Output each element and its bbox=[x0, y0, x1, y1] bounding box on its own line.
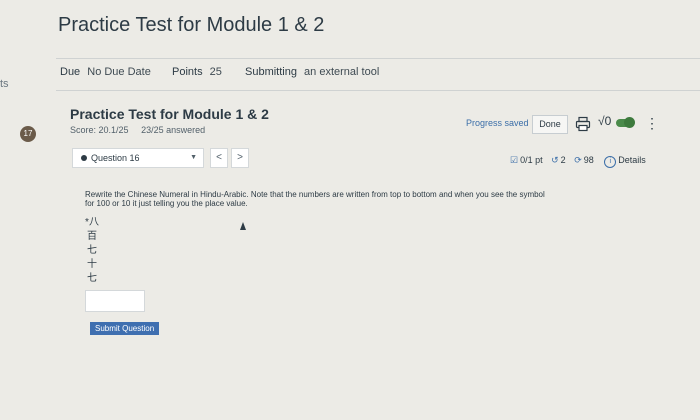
notification-badge[interactable]: 17 bbox=[20, 126, 36, 142]
next-question-button[interactable]: > bbox=[231, 148, 249, 168]
due-meta: Due No Due Date bbox=[60, 66, 151, 78]
details-link[interactable]: Details bbox=[618, 155, 646, 165]
page-title: Practice Test for Module 1 & 2 bbox=[58, 14, 325, 36]
question-meta: ☑ 0/1 pt ↺ 2 ⟳ 98 i Details bbox=[510, 155, 646, 168]
kebab-menu-icon[interactable]: ⋮ bbox=[645, 115, 659, 132]
chinese-numeral: *八 百 七 十 七 bbox=[82, 216, 102, 286]
numeral-line: 十 bbox=[87, 259, 97, 270]
chevron-down-icon: ▼ bbox=[190, 154, 197, 161]
quiz-title: Practice Test for Module 1 & 2 bbox=[70, 106, 269, 122]
submitting-label: Submitting bbox=[245, 66, 297, 78]
numeral-line: 七 bbox=[87, 245, 97, 256]
question-select[interactable]: Question 16 ▼ bbox=[72, 148, 204, 168]
points-meta: Points 25 bbox=[172, 66, 222, 78]
divider-top bbox=[56, 58, 700, 59]
score-line: Score: 20.1/25 23/25 answered bbox=[70, 125, 215, 135]
due-label: Due bbox=[60, 66, 81, 78]
current-question-dot-icon bbox=[81, 155, 87, 161]
info-icon[interactable]: i bbox=[604, 156, 617, 168]
question-text: Rewrite the Chinese Numeral in Hindu-Ara… bbox=[85, 190, 545, 208]
retries-count: 2 bbox=[560, 155, 566, 165]
due-value: No Due Date bbox=[87, 66, 151, 78]
mouse-cursor-icon bbox=[240, 222, 246, 230]
question-select-label: Question 16 bbox=[91, 153, 140, 163]
progress-status: Progress saved bbox=[466, 118, 529, 128]
retry-icon: ↺ bbox=[551, 155, 559, 165]
done-button[interactable]: Done bbox=[532, 115, 568, 134]
submitting-meta: Submitting an external tool bbox=[245, 66, 379, 78]
numeral-line: *八 bbox=[85, 217, 99, 228]
points-label: Points bbox=[172, 66, 203, 78]
points-value: 25 bbox=[209, 66, 222, 78]
submit-question-button[interactable]: Submit Question bbox=[90, 322, 160, 335]
divider-meta bbox=[56, 90, 700, 91]
sidebar-fragment-text: ts bbox=[0, 78, 9, 90]
numeral-line: 七 bbox=[87, 273, 97, 284]
prev-question-button[interactable]: < bbox=[210, 148, 228, 168]
score-value: Score: 20.1/25 bbox=[70, 125, 129, 135]
printer-icon[interactable] bbox=[575, 116, 591, 132]
sqrt-icon[interactable]: √0 bbox=[598, 114, 611, 128]
submitting-value: an external tool bbox=[304, 66, 380, 78]
points-score: 0/1 pt bbox=[520, 155, 543, 165]
refresh-icon: ⟳ bbox=[574, 155, 582, 165]
answer-input[interactable] bbox=[85, 290, 145, 312]
numeral-line: 百 bbox=[87, 231, 97, 242]
toggle-icon[interactable] bbox=[616, 117, 635, 128]
answered-count: 23/25 answered bbox=[141, 125, 206, 135]
attempts-count: 98 bbox=[583, 155, 594, 165]
checkbox-icon: ☑ bbox=[510, 155, 519, 165]
